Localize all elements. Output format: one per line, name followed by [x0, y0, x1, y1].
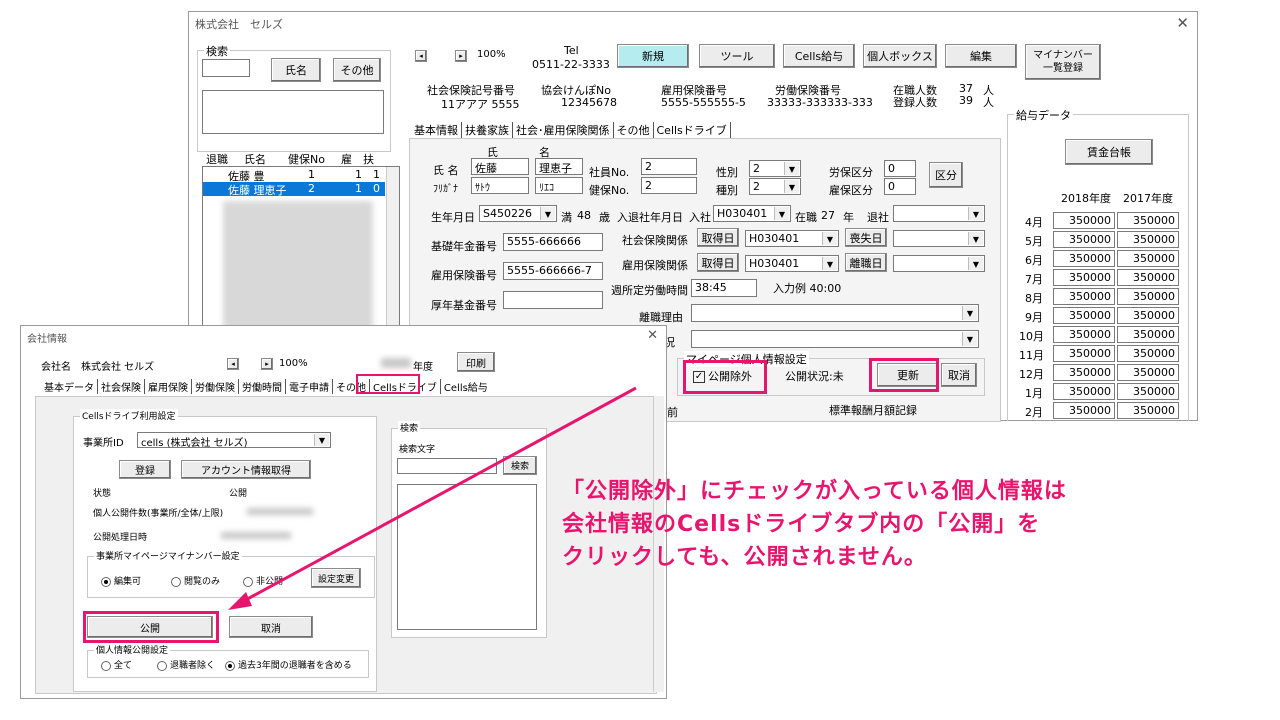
annotation-line1: 「公開除外」にチェックが入っている個人情報は	[562, 479, 1067, 504]
annotation-line2: 会社情報のCellsドライブタブ内の「公開」を	[562, 512, 1041, 537]
annotation-line3: クリックしても、公開されません。	[562, 545, 927, 570]
annotation-arrow	[228, 386, 637, 610]
